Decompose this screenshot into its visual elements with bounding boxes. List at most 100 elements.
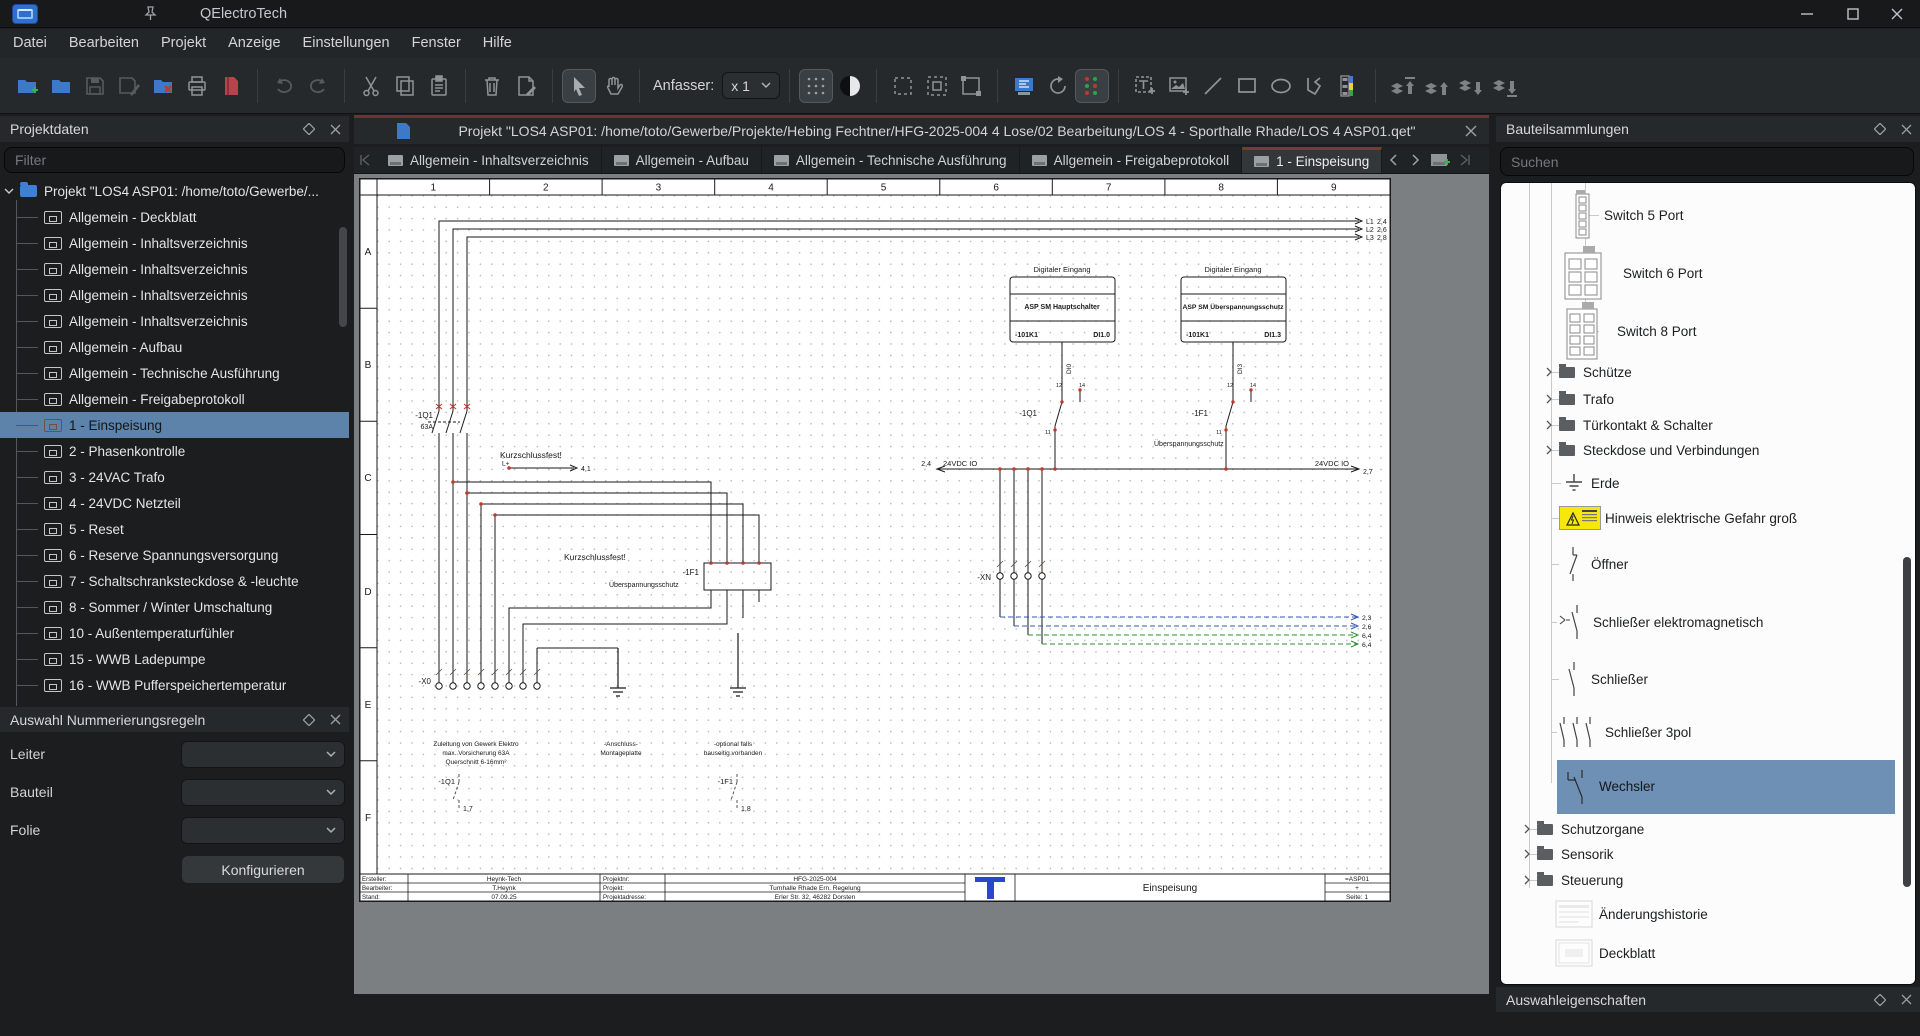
tab-next-icon[interactable] (1404, 147, 1426, 173)
expand-arrow-icon[interactable] (1545, 419, 1553, 431)
part-folder[interactable]: Steckdose und Verbindungen (1545, 437, 1759, 463)
part-item[interactable]: Erde (1591, 470, 1620, 496)
leiter-combo[interactable] (181, 741, 345, 768)
part-item[interactable]: Switch 6 Port (1623, 241, 1703, 305)
folie-combo[interactable] (181, 817, 345, 844)
lower-icon[interactable] (1453, 69, 1487, 103)
part-item[interactable]: Änderungshistorie (1599, 900, 1708, 928)
tab-scroll-last-icon[interactable] (1454, 147, 1476, 173)
anfasser-combo[interactable]: x 1 (722, 72, 780, 99)
part-item[interactable]: Hinweis elektrische Gefahr groß (1605, 505, 1797, 531)
expand-arrow-icon[interactable] (1523, 823, 1531, 835)
close-panel-icon[interactable] (327, 121, 343, 137)
tree-item[interactable]: 5 - Reset (0, 516, 349, 542)
float-panel-icon[interactable] (1872, 992, 1888, 1008)
add-text-icon[interactable] (1128, 69, 1162, 103)
tree-item[interactable]: Allgemein - Aufbau (0, 334, 349, 360)
add-polygon-icon[interactable] (1298, 69, 1332, 103)
delete-icon[interactable] (475, 69, 509, 103)
close-project-icon[interactable] (146, 69, 180, 103)
tree-item[interactable]: 2 - Phasenkontrolle (0, 438, 349, 464)
cut-icon[interactable] (354, 69, 388, 103)
add-rectangle-icon[interactable] (1230, 69, 1264, 103)
schematic-canvas[interactable]: 1 2 3 4 5 6 7 8 9 A B C D E F (354, 174, 1489, 994)
minimize-button[interactable] (1790, 2, 1824, 26)
selection-mode-free-icon[interactable] (886, 69, 920, 103)
part-folder[interactable]: Schütze (1545, 359, 1632, 385)
expand-arrow-icon[interactable] (1545, 366, 1553, 378)
tab-einspeisung-active[interactable]: 1 - Einspeisung (1242, 147, 1382, 173)
menu-hilfe[interactable]: Hilfe (472, 29, 523, 58)
expand-arrow-icon[interactable] (1523, 874, 1531, 886)
open-project-icon[interactable] (44, 69, 78, 103)
close-panel-icon[interactable] (1898, 121, 1914, 137)
menu-einstellungen[interactable]: Einstellungen (292, 29, 401, 58)
menu-anzeige[interactable]: Anzeige (217, 29, 291, 58)
tree-item[interactable]: 15 - WWB Ladepumpe (0, 646, 349, 672)
undo-icon[interactable] (267, 69, 301, 103)
grid-toggle-icon[interactable] (799, 69, 833, 103)
send-to-back-icon[interactable] (1487, 69, 1521, 103)
add-ellipse-icon[interactable] (1264, 69, 1298, 103)
tab-aufbau[interactable]: Allgemein - Aufbau (602, 147, 762, 173)
tree-item[interactable]: Allgemein - Inhaltsverzeichnis (0, 308, 349, 334)
theme-toggle-icon[interactable] (833, 69, 867, 103)
save-icon[interactable] (78, 69, 112, 103)
new-project-icon[interactable] (10, 69, 44, 103)
tab-technische-ausfuehrung[interactable]: Allgemein - Technische Ausführung (762, 147, 1020, 173)
part-folder[interactable]: Sensorik (1523, 841, 1614, 867)
close-panel-icon[interactable] (327, 712, 343, 728)
parts-scrollbar[interactable] (1903, 557, 1911, 887)
maximize-button[interactable] (1836, 2, 1870, 26)
menu-fenster[interactable]: Fenster (401, 29, 472, 58)
tree-item[interactable]: Allgemein - Inhaltsverzeichnis (0, 230, 349, 256)
tree-item[interactable]: 7 - Schaltschranksteckdose & -leuchte (0, 568, 349, 594)
paste-special-icon[interactable] (509, 69, 543, 103)
close-button[interactable] (1880, 2, 1914, 26)
tree-item[interactable]: Allgemein - Inhaltsverzeichnis (0, 256, 349, 282)
menu-projekt[interactable]: Projekt (150, 29, 217, 58)
part-item[interactable]: Schließer elektromagnetisch (1593, 609, 1763, 635)
tree-item[interactable]: 16 - WWB Pufferspeichertemperatur (0, 672, 349, 698)
add-terminal-strip-icon[interactable] (1332, 69, 1366, 103)
menu-bearbeiten[interactable]: Bearbeiten (58, 29, 150, 58)
part-item[interactable]: Schließer (1591, 666, 1648, 692)
tab-freigabeprotokoll[interactable]: Allgemein - Freigabeprotokoll (1020, 147, 1243, 173)
bring-to-front-icon[interactable] (1385, 69, 1419, 103)
tree-item[interactable]: Allgemein - Freigabeprotokoll (0, 386, 349, 412)
paste-icon[interactable] (422, 69, 456, 103)
project-tree-scrollbar[interactable] (339, 227, 347, 327)
close-panel-icon[interactable] (1898, 992, 1914, 1008)
terminal-tool-icon[interactable] (1007, 69, 1041, 103)
part-item-selected[interactable]: Wechsler (1599, 773, 1655, 799)
selection-mode-contain-icon[interactable] (920, 69, 954, 103)
add-sheet-icon[interactable] (1426, 147, 1454, 173)
add-image-icon[interactable] (1162, 69, 1196, 103)
redo-icon[interactable] (301, 69, 335, 103)
project-filter-input[interactable] (4, 147, 345, 173)
raise-icon[interactable] (1419, 69, 1453, 103)
tab-inhaltsverzeichnis[interactable]: Allgemein - Inhaltsverzeichnis (376, 147, 602, 173)
tree-item-selected[interactable]: 1 - Einspeisung (0, 412, 349, 438)
part-item[interactable]: Öffner (1591, 551, 1628, 577)
part-item[interactable]: Schließer 3pol (1605, 719, 1691, 745)
schematic-page[interactable]: 1 2 3 4 5 6 7 8 9 A B C D E F (359, 178, 1391, 902)
mdi-close-icon[interactable] (1463, 123, 1479, 139)
export-icon[interactable] (214, 69, 248, 103)
part-folder[interactable]: Türkontakt & Schalter (1545, 412, 1713, 438)
tree-root[interactable]: Projekt "LOS4 ASP01: /home/toto/Gewerbe/… (0, 178, 349, 204)
tab-prev-icon[interactable] (1382, 147, 1404, 173)
float-panel-icon[interactable] (301, 121, 317, 137)
parts-search-input[interactable] (1500, 147, 1914, 176)
expand-arrow-icon[interactable] (1545, 444, 1553, 456)
tree-item[interactable]: 3 - 24VAC Trafo (0, 464, 349, 490)
part-item[interactable]: Deckblatt (1599, 939, 1655, 967)
tree-item[interactable]: 6 - Reserve Spannungsversorgung (0, 542, 349, 568)
add-line-icon[interactable] (1196, 69, 1230, 103)
tree-item[interactable]: 4 - 24VDC Netzteil (0, 490, 349, 516)
expand-arrow-icon[interactable] (1545, 393, 1553, 405)
part-folder[interactable]: Steuerung (1523, 867, 1623, 893)
tree-item[interactable]: 10 - Außentemperaturfühler (0, 620, 349, 646)
rotate-tool-icon[interactable] (1041, 69, 1075, 103)
part-item[interactable]: Switch 8 Port (1617, 299, 1697, 363)
